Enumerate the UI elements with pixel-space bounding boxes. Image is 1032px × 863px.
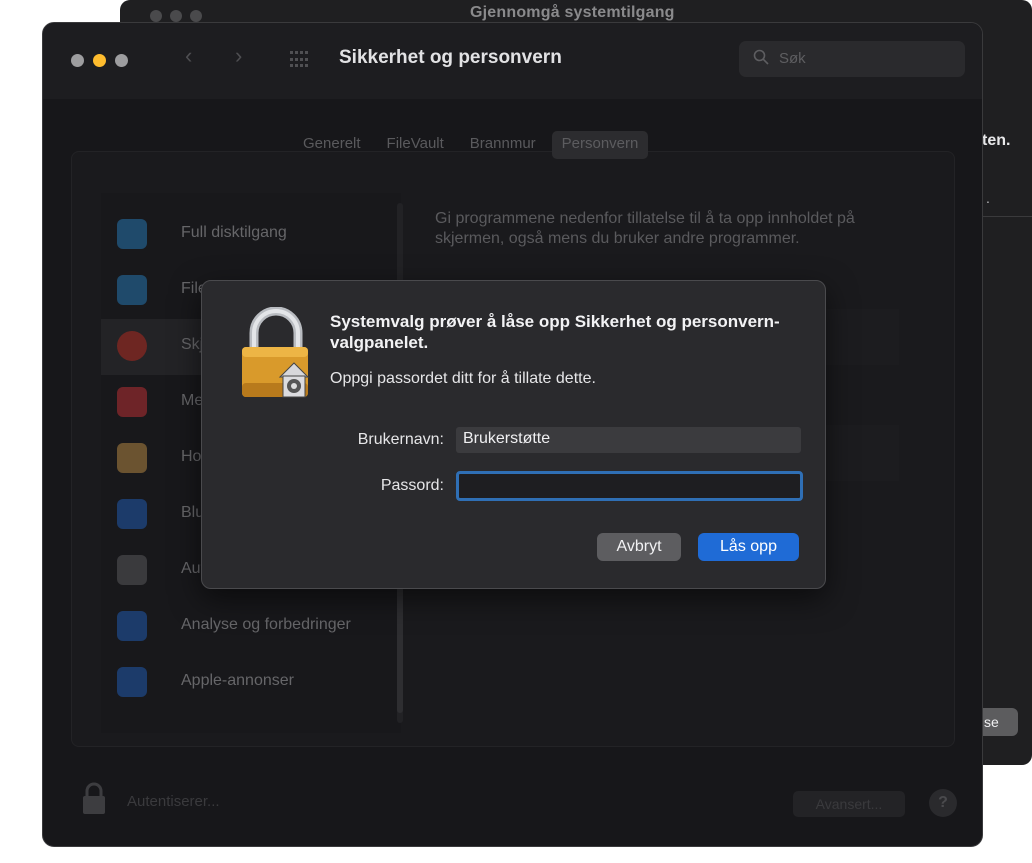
- megaphone-icon: [117, 667, 147, 697]
- background-window-text-fragment: .: [986, 190, 990, 206]
- tab-filevault[interactable]: FileVault: [377, 131, 454, 159]
- window-title: Sikkerhet og personvern: [339, 47, 562, 68]
- sidebar-item-analytics[interactable]: Analyse og forbedringer: [101, 599, 401, 655]
- search-placeholder: Søk: [779, 50, 806, 67]
- minimize-window-button[interactable]: [93, 54, 106, 67]
- window-toolbar: ‹ › Sikkerhet og personvern Søk: [43, 23, 982, 99]
- lock-icon[interactable]: [81, 781, 107, 815]
- zoom-window-button[interactable]: [115, 54, 128, 67]
- sidebar-item-label: Apple-annonser: [181, 672, 294, 689]
- password-label: Passord:: [380, 477, 444, 494]
- padlock-icon: [242, 307, 310, 398]
- background-window-controls: [150, 10, 202, 22]
- bluetooth-icon: [117, 499, 147, 529]
- help-button[interactable]: ?: [929, 789, 957, 817]
- forward-chevron-icon[interactable]: ›: [235, 43, 242, 69]
- tab-bar: Generelt FileVault Brannmur Personvern: [293, 131, 649, 159]
- music-icon: [117, 387, 147, 417]
- tab-firewall[interactable]: Brannmur: [460, 131, 546, 159]
- dialog-subtext: Oppgi passordet ditt for å tillate dette…: [330, 370, 596, 387]
- dialog-heading: Systemvalg prøver å låse opp Sikkerhet o…: [330, 312, 780, 352]
- folder-icon: [117, 219, 147, 249]
- cancel-button[interactable]: Avbryt: [597, 533, 681, 561]
- home-icon: [117, 443, 147, 473]
- advanced-button[interactable]: Avansert...: [793, 791, 905, 817]
- gear-icon: [117, 555, 147, 585]
- username-field[interactable]: Brukerstøtte: [456, 427, 801, 453]
- back-chevron-icon[interactable]: ‹: [185, 43, 192, 69]
- sidebar-scrollbar-thumb[interactable]: [397, 583, 403, 713]
- sidebar-item-label: Full disktilgang: [181, 224, 287, 241]
- sidebar-item-full-disk-access[interactable]: Full disktilgang: [101, 207, 401, 263]
- unlock-dialog: Systemvalg prøver å låse opp Sikkerhet o…: [201, 280, 826, 589]
- close-window-button[interactable]: [71, 54, 84, 67]
- unlock-button[interactable]: Lås opp: [698, 533, 799, 561]
- folder-icon: [117, 275, 147, 305]
- username-label: Brukernavn:: [357, 431, 444, 448]
- show-all-grid-icon[interactable]: [290, 51, 310, 69]
- search-input[interactable]: Søk: [739, 41, 965, 77]
- privacy-description: Gi programmene nedenfor tillatelse til å…: [435, 210, 855, 247]
- sidebar-item-label: Analyse og forbedringer: [181, 616, 351, 633]
- password-field[interactable]: [456, 471, 803, 501]
- screen-record-icon: [117, 331, 147, 361]
- search-icon: [753, 49, 769, 65]
- background-window-heading-fragment: ten.: [982, 132, 1011, 149]
- tab-privacy[interactable]: Personvern: [551, 131, 649, 159]
- background-window-divider: [982, 216, 1032, 217]
- tab-general[interactable]: Generelt: [293, 131, 371, 159]
- sidebar-item-apple-ads[interactable]: Apple-annonser: [101, 655, 401, 711]
- background-window-title: Gjennomgå systemtilgang: [470, 4, 675, 21]
- chart-icon: [117, 611, 147, 641]
- screen: Gjennomgå systemtilgang ten. . se ‹ › Si…: [0, 0, 1032, 863]
- authenticating-label: Autentiserer...: [127, 793, 220, 810]
